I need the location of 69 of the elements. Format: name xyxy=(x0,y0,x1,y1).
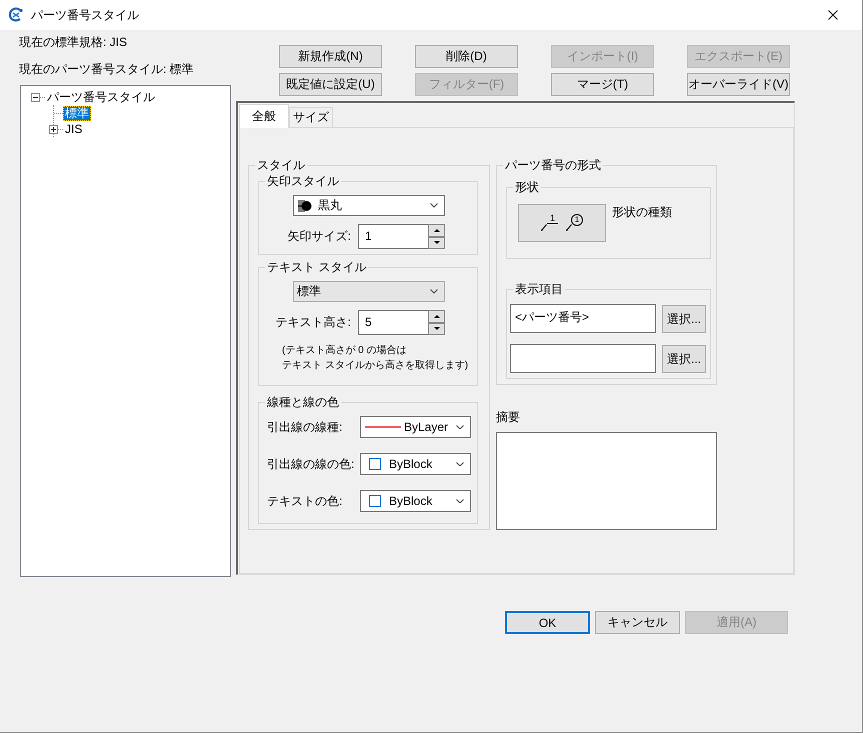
caret-up-icon xyxy=(434,228,440,232)
circled-number: 1 xyxy=(571,214,583,226)
group-title: 形状 xyxy=(514,179,540,195)
swatch-icon xyxy=(369,458,381,470)
chevron-down-icon xyxy=(430,289,438,294)
action-button[interactable]: 新規作成(N) xyxy=(279,45,382,68)
dropdown[interactable]: ByBlock xyxy=(360,453,471,475)
dialog-button[interactable]: OK xyxy=(505,611,590,634)
chevron-down-icon xyxy=(430,203,438,208)
field-label: テキスト高さ: xyxy=(276,314,351,331)
tab[interactable]: 全般 xyxy=(239,104,289,128)
swirl-logo-icon xyxy=(8,7,24,23)
close-icon[interactable] xyxy=(828,10,838,20)
caret-up-icon xyxy=(434,314,440,318)
spin-up-button[interactable] xyxy=(428,310,445,322)
field-label: テキストの色: xyxy=(267,492,342,510)
action-button[interactable]: オーバーライド(V) xyxy=(687,73,790,96)
group-title: 表示項目 xyxy=(514,281,564,297)
swatch-icon xyxy=(369,495,381,507)
info-label: 現在のパーツ番号スタイル: 標準 xyxy=(19,61,195,77)
dialog-button[interactable]: キャンセル xyxy=(595,611,680,634)
group-title: パーツ番号の形式 xyxy=(504,157,602,173)
chevron-down-icon xyxy=(456,498,464,504)
minus-box-icon[interactable] xyxy=(31,92,40,102)
action-button[interactable]: マージ(T) xyxy=(551,73,654,96)
spin-down-button[interactable] xyxy=(428,322,445,335)
shape-button[interactable]: 1 1 xyxy=(518,204,606,242)
hint-text: (テキスト高さが 0 の場合は xyxy=(282,344,408,358)
tab[interactable]: サイズ xyxy=(289,107,333,127)
text-field[interactable] xyxy=(510,344,656,373)
tree-item[interactable]: 標準 xyxy=(63,106,91,120)
field-label: 引出線の線種: xyxy=(267,418,342,436)
plus-box-icon[interactable] xyxy=(49,124,58,134)
line-sample-icon xyxy=(365,426,401,428)
action-button[interactable]: 既定値に設定(U) xyxy=(279,73,382,96)
caret-down-icon xyxy=(434,241,440,244)
group-title: 線種と線の色 xyxy=(266,394,340,410)
window-title: パーツ番号スタイル xyxy=(31,6,139,24)
text-field[interactable]: <パーツ番号> xyxy=(510,304,656,333)
select-button[interactable]: 選択... xyxy=(662,345,706,373)
select-button[interactable]: 選択... xyxy=(662,305,706,333)
tree-item[interactable]: JIS xyxy=(63,122,84,136)
group-title: スタイル xyxy=(256,157,306,173)
field-label: 形状の種類 xyxy=(612,204,672,220)
group-title: 矢印スタイル xyxy=(266,173,340,189)
number-field[interactable]: 5 xyxy=(358,310,428,335)
leader-line-icon xyxy=(541,224,547,230)
field-label: 矢印サイズ: xyxy=(288,228,351,245)
number-label: 1 xyxy=(547,214,558,224)
field-label: 引出線の線の色: xyxy=(267,456,354,472)
dropdown[interactable]: ByBlock xyxy=(360,490,471,512)
spin-down-button[interactable] xyxy=(428,236,445,249)
dropdown[interactable]: ByLayer xyxy=(360,416,471,438)
number-field[interactable]: 1 xyxy=(358,224,428,249)
dot-marker-icon xyxy=(298,200,312,212)
field-label: 摘要 xyxy=(496,409,521,425)
group-title: テキスト スタイル xyxy=(266,259,368,275)
chevron-down-icon xyxy=(456,462,464,466)
dropdown[interactable]: 黒丸 xyxy=(293,195,445,216)
spin-up-button[interactable] xyxy=(428,224,445,236)
tree-item[interactable]: パーツ番号スタイル xyxy=(45,90,157,104)
hint-text: テキスト スタイルから高さを取得します) xyxy=(282,358,470,373)
leader-line-icon xyxy=(566,224,572,230)
dropdown[interactable]: 標準 xyxy=(293,281,445,302)
summary-field[interactable] xyxy=(496,432,717,530)
action-button[interactable]: 削除(D) xyxy=(415,45,518,68)
caret-down-icon xyxy=(434,327,440,330)
info-label: 現在の標準規格: JIS xyxy=(19,34,128,50)
chevron-down-icon xyxy=(456,424,464,430)
